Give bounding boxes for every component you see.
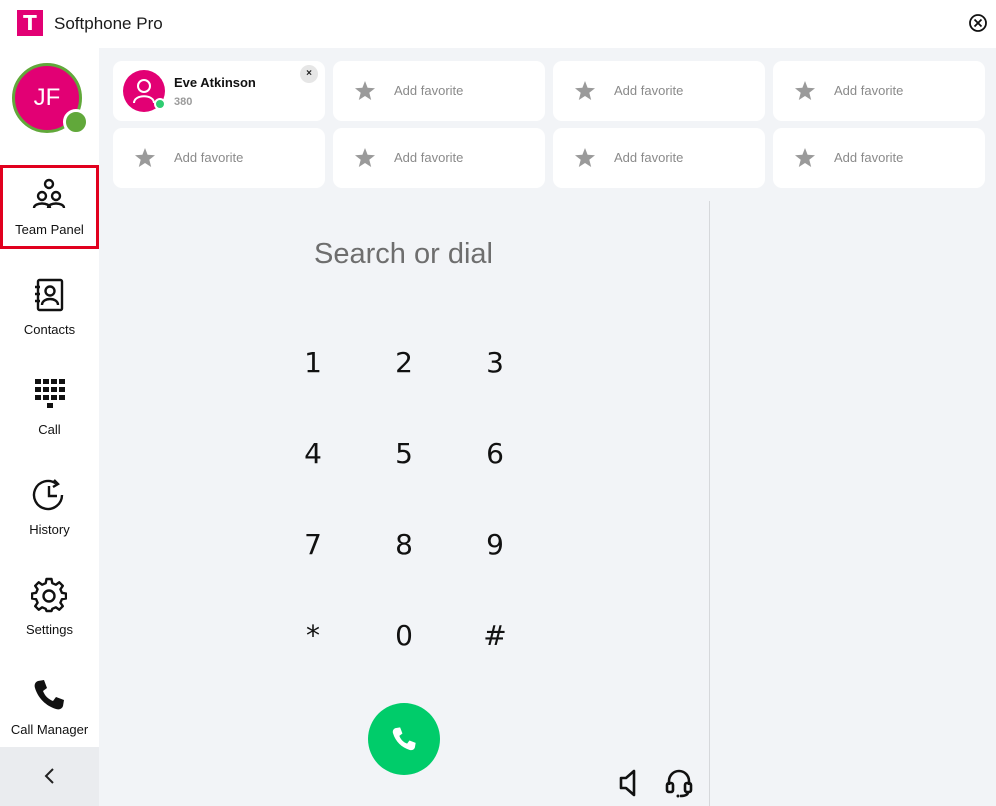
- close-button[interactable]: [968, 13, 988, 33]
- contact-presence-dot: [154, 98, 166, 110]
- add-favorite-card[interactable]: Add favorite: [773, 128, 985, 188]
- phone-icon: [392, 727, 416, 751]
- add-favorite-card[interactable]: Add favorite: [113, 128, 325, 188]
- add-favorite-label: Add favorite: [174, 150, 244, 165]
- dial-key-hash[interactable]: #: [465, 611, 525, 661]
- add-favorite-card[interactable]: Add favorite: [333, 61, 545, 121]
- sidebar-item-label: Contacts: [23, 322, 76, 337]
- dial-key-2[interactable]: 2: [374, 338, 434, 388]
- close-circle-icon: [969, 14, 987, 32]
- add-favorite-label: Add favorite: [614, 150, 684, 165]
- dialpad-icon: [35, 379, 65, 408]
- sidebar-item-call-manager[interactable]: Call Manager: [0, 665, 99, 749]
- add-favorite-card[interactable]: Add favorite: [333, 128, 545, 188]
- user-avatar-button[interactable]: JF: [12, 63, 89, 139]
- contact-book-icon: [35, 278, 64, 312]
- main-panel: Eve Atkinson 380 × Add favorite Add favo…: [99, 48, 996, 806]
- favorite-contact-card[interactable]: Eve Atkinson 380 ×: [113, 61, 325, 121]
- dial-key-9[interactable]: 9: [465, 520, 525, 570]
- search-dial-input[interactable]: [211, 232, 596, 276]
- title-bar: T Softphone Pro: [0, 0, 996, 48]
- dial-key-1[interactable]: 1: [283, 338, 343, 388]
- star-icon: [795, 148, 815, 167]
- add-favorite-card[interactable]: Add favorite: [773, 61, 985, 121]
- sidebar-item-settings[interactable]: Settings: [0, 565, 99, 649]
- contact-extension: 380: [174, 96, 193, 108]
- sidebar: JF Team Panel Contacts Call History Sett…: [0, 48, 99, 806]
- dial-key-star[interactable]: *: [283, 611, 343, 661]
- star-icon: [575, 148, 595, 167]
- star-icon: [795, 81, 815, 100]
- star-icon: [355, 148, 375, 167]
- remove-favorite-button[interactable]: ×: [300, 65, 318, 83]
- softphone-window: T Softphone Pro JF Team Panel Contacts C…: [0, 0, 996, 806]
- star-icon: [575, 81, 595, 100]
- sidebar-item-label: Call Manager: [10, 722, 89, 737]
- panel-divider: [709, 201, 710, 806]
- sidebar-item-label: History: [29, 522, 70, 537]
- app-logo-icon: T: [17, 10, 43, 36]
- dial-key-6[interactable]: 6: [465, 429, 525, 479]
- sidebar-item-label: Settings: [26, 622, 73, 637]
- dial-key-7[interactable]: 7: [283, 520, 343, 570]
- app-title: Softphone Pro: [54, 14, 163, 33]
- phone-icon: [34, 680, 64, 710]
- dial-key-3[interactable]: 3: [465, 338, 525, 388]
- history-clock-icon: [32, 479, 64, 511]
- star-icon: [355, 81, 375, 100]
- dial-key-8[interactable]: 8: [374, 520, 434, 570]
- call-button[interactable]: [368, 703, 440, 775]
- add-favorite-label: Add favorite: [614, 83, 684, 98]
- dial-key-5[interactable]: 5: [374, 429, 434, 479]
- dial-key-4[interactable]: 4: [283, 429, 343, 479]
- add-favorite-label: Add favorite: [834, 150, 904, 165]
- headset-button[interactable]: [664, 768, 694, 798]
- headset-icon: [665, 769, 693, 798]
- sidebar-item-contacts[interactable]: Contacts: [0, 265, 99, 349]
- contact-name: Eve Atkinson: [174, 75, 256, 90]
- chevron-left-icon: [44, 768, 54, 784]
- add-favorite-label: Add favorite: [394, 150, 464, 165]
- star-icon: [135, 148, 155, 167]
- person-icon: [133, 79, 155, 104]
- sidebar-item-label: Call: [38, 422, 61, 437]
- add-favorite-label: Add favorite: [834, 83, 904, 98]
- sidebar-item-label: Team Panel: [15, 222, 84, 237]
- speaker-button[interactable]: [617, 768, 643, 798]
- sidebar-item-history[interactable]: History: [0, 465, 99, 549]
- collapse-sidebar-button[interactable]: [0, 747, 99, 806]
- add-favorite-card[interactable]: Add favorite: [553, 61, 765, 121]
- sidebar-item-call[interactable]: Call: [0, 365, 99, 449]
- presence-status-dot: [63, 109, 89, 135]
- speaker-icon: [619, 769, 636, 797]
- team-icon: [32, 178, 66, 209]
- sidebar-item-team-panel[interactable]: Team Panel: [0, 165, 99, 249]
- dial-key-0[interactable]: 0: [374, 611, 434, 661]
- add-favorite-card[interactable]: Add favorite: [553, 128, 765, 188]
- gear-icon: [31, 577, 67, 613]
- add-favorite-label: Add favorite: [394, 83, 464, 98]
